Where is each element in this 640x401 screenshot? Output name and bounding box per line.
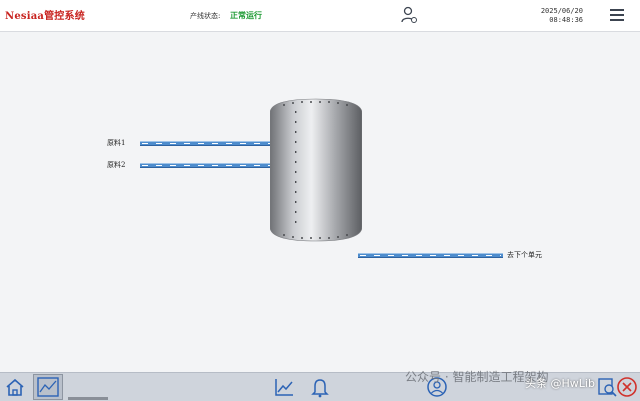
process-view-tab[interactable] (33, 374, 63, 400)
close-circle-icon[interactable] (616, 376, 638, 398)
alarm-bell-icon[interactable] (309, 376, 331, 398)
date-text: 2025/06/20 (540, 7, 583, 15)
input1-pipe (140, 141, 272, 146)
home-icon[interactable] (4, 376, 26, 398)
user-settings-icon[interactable] (400, 6, 418, 24)
output-pipe (358, 253, 503, 258)
line-status-value: 正常运行 (230, 10, 262, 20)
menu-icon[interactable] (609, 7, 625, 23)
mixing-tank[interactable] (270, 97, 362, 243)
input2-pipe (140, 163, 272, 168)
line-status-label: 产线状态: (190, 12, 221, 20)
header-bar: Nesiaa管控系统 产线状态: 正常运行 2025/06/20 08:48:3… (0, 0, 640, 32)
output-label: 去下个单元 (507, 251, 542, 259)
input2-label: 原料2 (107, 161, 126, 169)
app-logo: Nesiaa管控系统 (5, 11, 85, 22)
watermark-overlay: 头条 @HwLib (525, 377, 595, 390)
trend-chart-icon[interactable] (273, 376, 295, 398)
input1-label: 原料1 (107, 139, 126, 147)
process-diagram-icon (37, 377, 59, 397)
search-report-icon[interactable] (596, 376, 618, 398)
time-text: 08:48:36 (549, 16, 583, 24)
datetime-display: 2025/06/20 08:48:36 (541, 7, 583, 25)
